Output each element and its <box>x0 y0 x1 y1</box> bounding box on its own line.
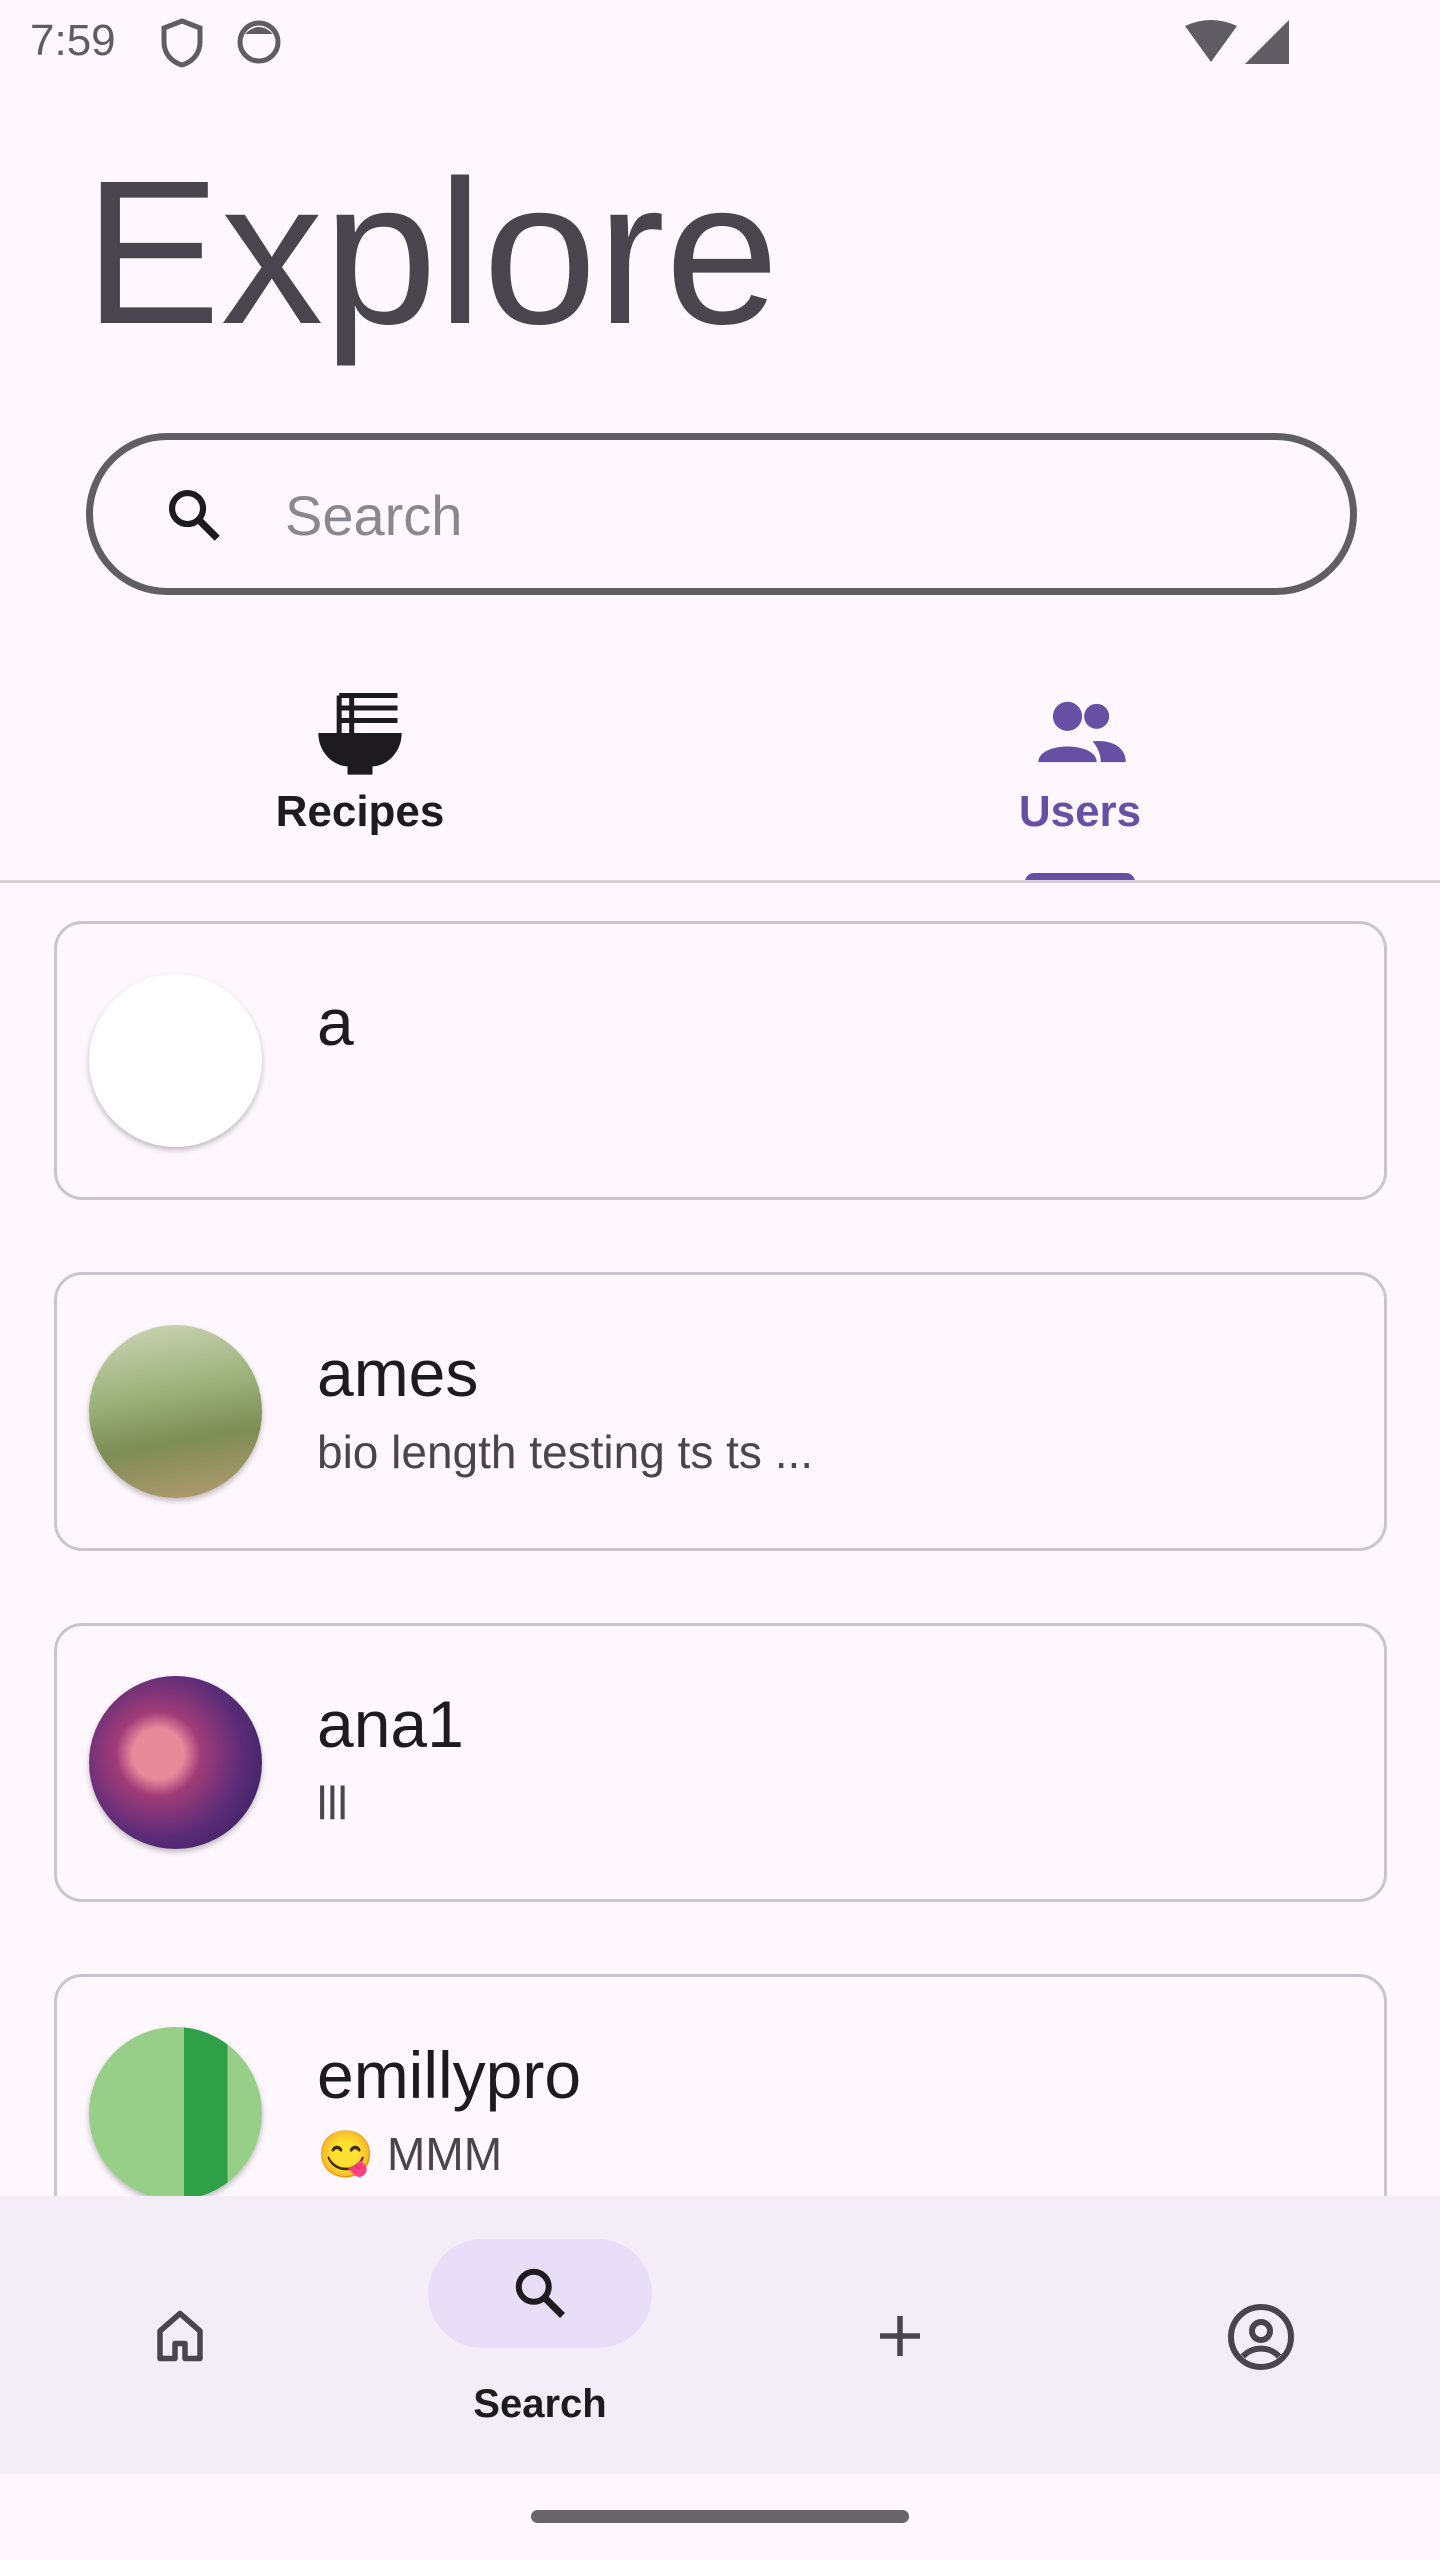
nav-add[interactable] <box>720 2196 1080 2474</box>
user-name: ana1 <box>317 1687 464 1761</box>
user-card[interactable]: ames bio length testing ts ts ... <box>54 1272 1387 1551</box>
user-card[interactable]: ana1 lll <box>54 1623 1387 1902</box>
search-input[interactable] <box>283 440 1287 590</box>
user-card[interactable]: a <box>54 921 1387 1200</box>
avatar <box>89 2027 262 2200</box>
status-bar: 7:59 <box>0 0 1440 90</box>
plus-icon <box>880 2316 920 2356</box>
home-icon <box>157 2310 203 2362</box>
nav-label: Search <box>473 2382 607 2426</box>
nav-home[interactable] <box>0 2196 360 2474</box>
nav-profile[interactable] <box>1080 2196 1440 2474</box>
user-bio: 😋 MMM <box>317 2128 503 2180</box>
noodle-bowl-icon <box>318 693 402 775</box>
tab-recipes[interactable]: Recipes <box>0 653 720 882</box>
search-icon <box>168 489 220 541</box>
tab-label: Recipes <box>275 787 445 836</box>
account-circle-icon <box>1228 2304 1294 2370</box>
avatar <box>89 974 262 1147</box>
user-name: a <box>317 985 354 1059</box>
wifi-icon <box>1185 20 1237 62</box>
tab-label: Users <box>1018 787 1142 836</box>
avatar <box>89 1676 262 1849</box>
divider <box>0 880 1440 883</box>
tab-users[interactable]: Users <box>720 653 1440 882</box>
search-icon <box>515 2268 565 2318</box>
signal-icon <box>1245 20 1289 64</box>
group-icon <box>1038 701 1126 763</box>
nav-search[interactable]: Search <box>360 2196 720 2474</box>
page-title: Explore <box>84 138 780 367</box>
search-bar[interactable] <box>86 433 1357 595</box>
avatar <box>89 1325 262 1498</box>
user-bio: bio length testing ts ts ... <box>317 1426 814 1478</box>
status-time: 7:59 <box>30 16 116 65</box>
gesture-handle[interactable] <box>531 2510 909 2523</box>
user-bio: lll <box>317 1777 348 1829</box>
user-name: emillypro <box>317 2038 582 2112</box>
cat-icon <box>237 20 281 64</box>
bottom-navigation: Search <box>0 2196 1440 2474</box>
user-name: ames <box>317 1336 479 1410</box>
shield-icon <box>161 18 203 68</box>
